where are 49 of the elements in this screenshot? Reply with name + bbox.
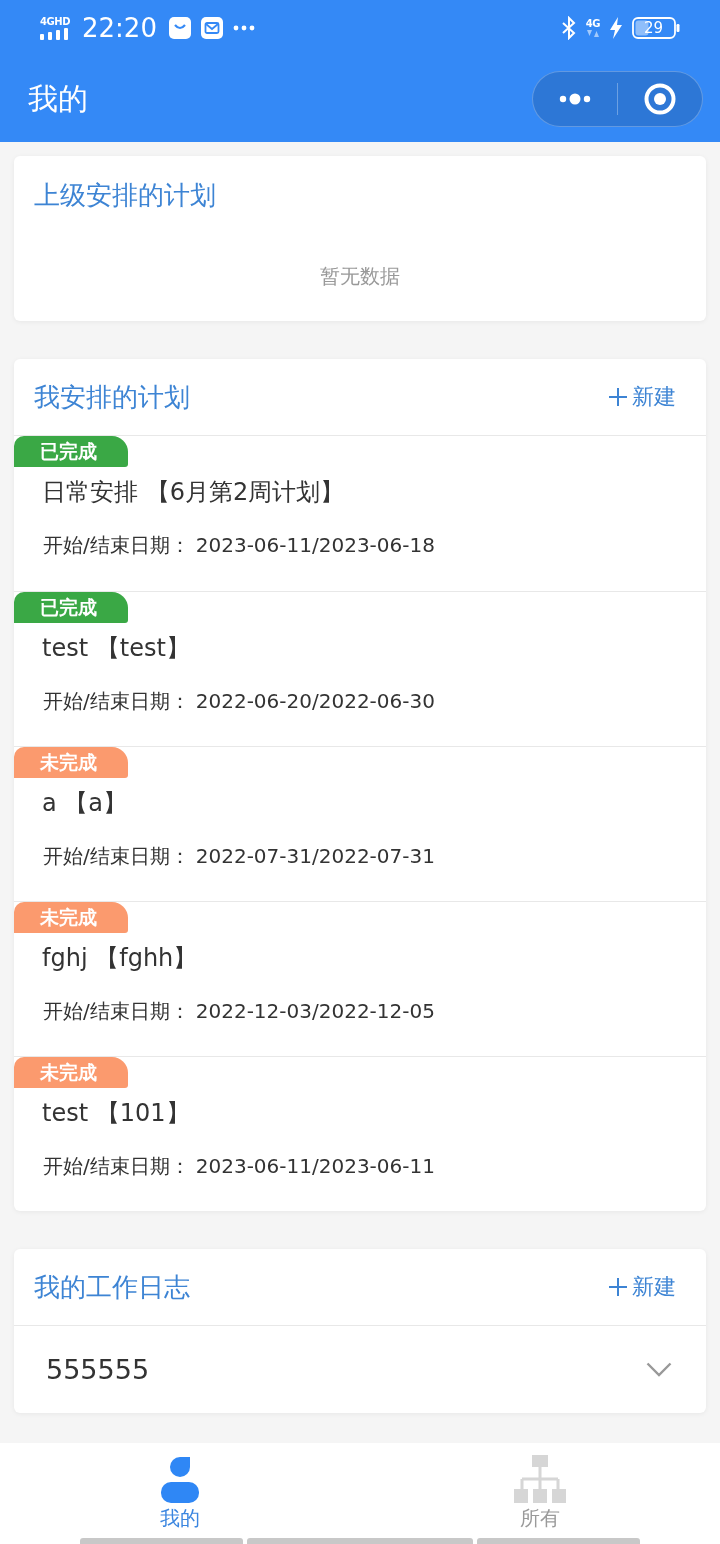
- shopping-bag-icon: [168, 17, 191, 39]
- more-icon: [232, 25, 255, 31]
- data-arrows-icon: [585, 30, 600, 37]
- mail-icon: [200, 17, 223, 39]
- new-button[interactable]: 新建: [608, 382, 676, 412]
- charging-bolt-icon: [610, 17, 622, 39]
- status-badge: 已完成: [14, 592, 128, 623]
- status-badge: 未完成: [14, 747, 128, 778]
- status-badge: 未完成: [14, 902, 128, 933]
- log-entry-text: 555555: [46, 1352, 150, 1387]
- empty-state-text: 暂无数据: [320, 263, 400, 290]
- target-icon: [644, 83, 676, 115]
- date-range: 2023-06-11/2023-06-18: [195, 532, 435, 559]
- date-label: 开始/结束日期：: [43, 1153, 190, 1180]
- plan-title: test 【test】: [42, 633, 190, 664]
- network-type-label: 4G: [585, 19, 600, 29]
- network-label: 4GHD: [40, 16, 71, 27]
- section-title: 上级安排的计划: [34, 178, 216, 212]
- status-badge: 未完成: [14, 1057, 128, 1088]
- date-range: 2022-06-20/2022-06-30: [195, 688, 435, 715]
- bluetooth-icon: [561, 16, 576, 40]
- date-range: 2022-12-03/2022-12-05: [195, 998, 435, 1025]
- person-icon: [160, 1455, 200, 1505]
- plus-icon: [608, 387, 628, 407]
- date-label: 开始/结束日期：: [43, 532, 190, 559]
- plan-title: 日常安排 【6月第2周计划】: [42, 477, 345, 508]
- page-title: 我的: [28, 80, 88, 118]
- more-icon: [559, 93, 591, 105]
- battery-icon: [632, 17, 680, 39]
- section-title: 我的工作日志: [34, 1271, 190, 1304]
- signal-icon: [40, 27, 70, 40]
- date-label: 开始/结束日期：: [43, 843, 190, 870]
- status-time: 22:20: [82, 13, 157, 43]
- plan-title: a 【a】: [42, 788, 128, 819]
- date-label: 开始/结束日期：: [43, 998, 190, 1025]
- date-range: 2022-07-31/2022-07-31: [195, 843, 435, 870]
- chevron-icon[interactable]: [646, 1362, 672, 1377]
- section-title: 我安排的计划: [34, 381, 190, 414]
- status-badge: 已完成: [14, 436, 128, 467]
- tab-item[interactable]: 我的: [0, 1443, 360, 1537]
- plan-title: test 【101】: [42, 1098, 190, 1129]
- date-label: 开始/结束日期：: [43, 688, 190, 715]
- date-range: 2023-06-11/2023-06-11: [195, 1153, 435, 1180]
- plan-title: fghj 【fghh】: [42, 943, 198, 974]
- plus-icon: [608, 1277, 628, 1297]
- new-button[interactable]: 新建: [608, 1272, 676, 1302]
- battery-percent: 29: [644, 19, 664, 37]
- hierarchy-icon: [514, 1455, 566, 1505]
- tab-item[interactable]: 所有: [360, 1443, 720, 1537]
